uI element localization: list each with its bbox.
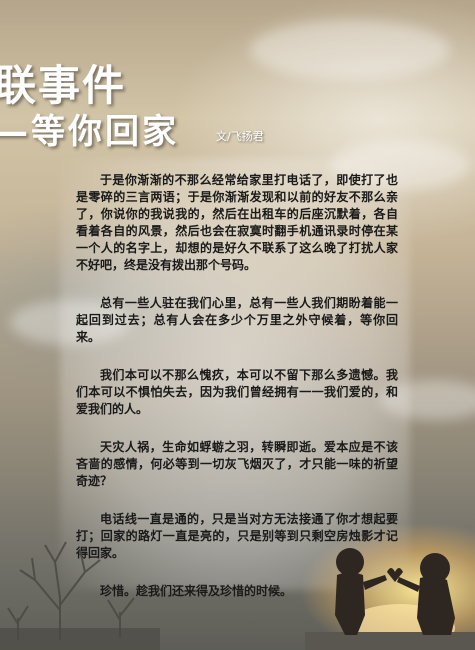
children-silhouette-illustration <box>305 548 475 650</box>
paragraph: 于是你渐渐的不那么经常给家里打电话了，即使打了也是零碎的三言两语；于是你渐渐发现… <box>76 173 398 272</box>
paragraph: 总有一些人驻在我们心里，总有一些人我们期盼着能一起回到过去；总有人会在多少个万里… <box>76 296 398 344</box>
bare-tree-illustration <box>0 541 160 650</box>
paragraph: 我们本可以不那么愧疚，本可以不留下那么多遗憾。我们本可以不惧怕失去，因为我们曾经… <box>76 368 398 416</box>
author-byline: 文/飞扬君 <box>216 130 264 143</box>
magazine-page: 联事件 —等你回家 文/飞扬君 于是你渐渐的不那么经常给家里打电话了，即使打了也… <box>0 0 475 650</box>
headline-sub: —等你回家 <box>0 112 179 152</box>
paragraph: 天灾人祸，生命如蜉蝣之羽，转瞬即逝。爱本应是不该吝啬的感情，何必等到一切灰飞烟灭… <box>76 440 398 488</box>
cloud-decoration <box>250 20 450 80</box>
